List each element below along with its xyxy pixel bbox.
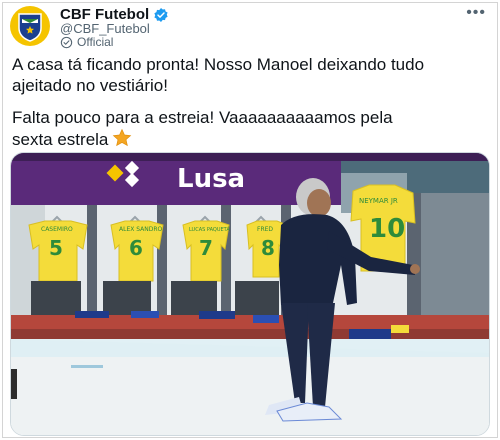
avatar[interactable] <box>10 6 50 46</box>
svg-text:CASEMIRO: CASEMIRO <box>41 226 73 233</box>
tweet-paragraph-2: Falta pouco para a estreia! Vaaaaaaaaaam… <box>12 107 492 153</box>
verified-badge-icon <box>154 7 168 22</box>
official-label[interactable]: Official <box>60 35 113 49</box>
banner-text: Lusa <box>177 164 245 194</box>
locker-room-photo: Lusa CASEMIRO 5 ALEX SANDRO 6 LUCAS PAQU… <box>11 153 489 435</box>
handle[interactable]: @CBF_Futebol <box>60 21 150 36</box>
tweet-paragraph-2-text: Falta pouco para a estreia! Vaaaaaaaaaam… <box>12 108 393 149</box>
svg-text:10: 10 <box>369 214 405 244</box>
tweet-header: CBF Futebol @CBF_Futebol Official ••• <box>0 0 500 56</box>
more-options-icon[interactable]: ••• <box>466 4 486 22</box>
tweet-paragraph-1: A casa tá ficando pronta! Nosso Manoel d… <box>12 55 425 95</box>
official-label-text: Official <box>77 35 114 49</box>
official-label-icon <box>60 36 73 48</box>
svg-text:NEYMAR JR: NEYMAR JR <box>359 197 398 205</box>
svg-text:LUCAS PAQUETÁ: LUCAS PAQUETÁ <box>189 226 230 233</box>
tweet-photo[interactable]: Lusa CASEMIRO 5 ALEX SANDRO 6 LUCAS PAQU… <box>10 152 490 436</box>
svg-text:8: 8 <box>261 236 275 260</box>
svg-text:6: 6 <box>129 236 143 260</box>
svg-text:7: 7 <box>199 236 213 260</box>
star-emoji-icon <box>112 128 132 153</box>
cbf-crest-icon <box>18 13 42 42</box>
svg-text:ALEX SANDRO: ALEX SANDRO <box>119 226 163 233</box>
svg-text:FRED: FRED <box>257 226 273 233</box>
tweet-text: A casa tá ficando pronta! Nosso Manoel d… <box>12 54 492 164</box>
svg-text:5: 5 <box>49 236 63 260</box>
